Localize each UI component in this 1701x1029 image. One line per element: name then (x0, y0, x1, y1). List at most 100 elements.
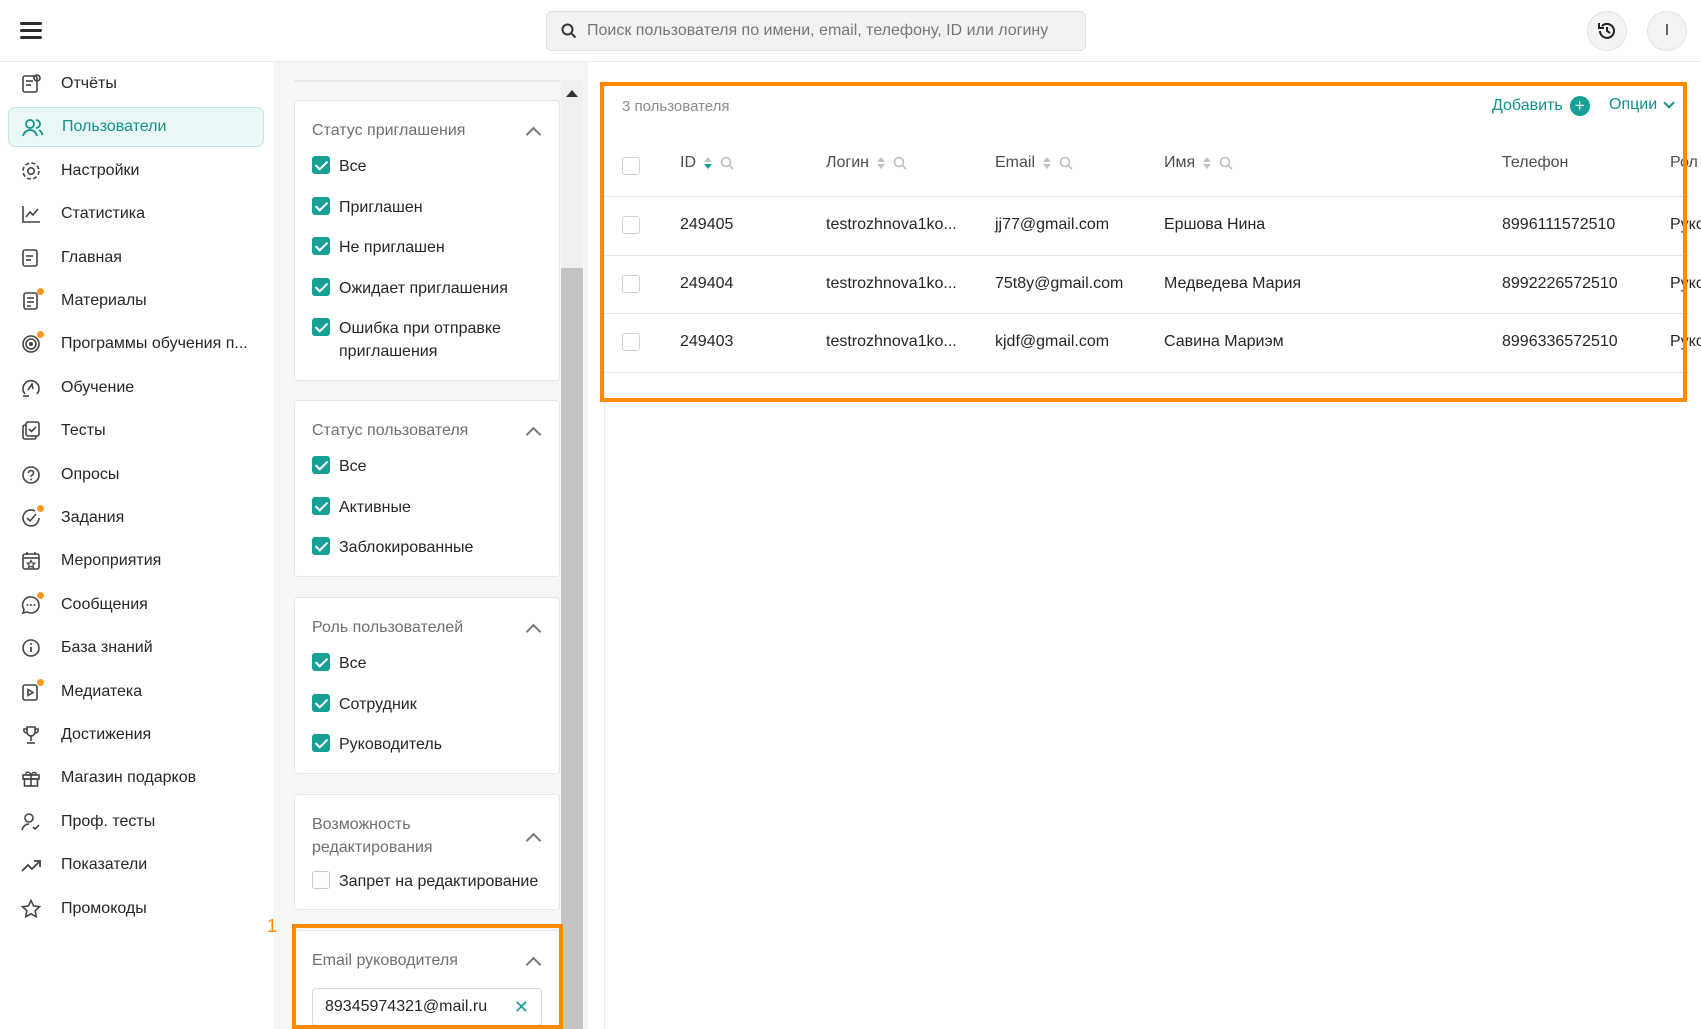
sidebar-item[interactable]: Главная (8, 238, 264, 278)
sort-icon[interactable] (1042, 156, 1052, 170)
filter-option[interactable]: Приглашен (312, 196, 549, 219)
notification-dot (37, 288, 44, 295)
cell-name: Ершова Нина (1164, 216, 1266, 233)
clear-icon[interactable]: ✕ (514, 997, 529, 1017)
column-search-icon[interactable] (1059, 156, 1073, 170)
column-search-icon[interactable] (720, 156, 734, 170)
collapse-chevron-icon[interactable] (525, 426, 542, 443)
collapse-chevron-icon[interactable] (525, 623, 542, 640)
user-search[interactable] (546, 11, 1086, 51)
checkbox[interactable] (312, 694, 330, 712)
filter-option[interactable]: Все (312, 652, 549, 675)
column-header-role[interactable]: Рол (1670, 154, 1698, 172)
collapse-chevron-icon[interactable] (525, 956, 542, 973)
sidebar-item[interactable]: Настройки (8, 151, 264, 191)
checkbox[interactable] (312, 871, 330, 889)
sidebar-item[interactable]: Отчёты (8, 64, 264, 104)
filter-option-label: Активные (339, 499, 411, 516)
filter-option[interactable]: Активные (312, 496, 549, 519)
filter-option[interactable]: Сотрудник (312, 693, 549, 716)
column-title: ID (680, 154, 696, 171)
sidebar-item[interactable]: Опросы (8, 455, 264, 495)
sidebar-item[interactable]: Материалы (8, 281, 264, 321)
filter-option[interactable]: Ошибка при отправке приглашения (312, 317, 549, 363)
sort-icon[interactable] (1202, 156, 1212, 170)
filter-user-role: Роль пользователей Все Сотрудник Руковод… (294, 597, 560, 774)
collapse-chevron-icon[interactable] (525, 832, 542, 849)
sidebar-item[interactable]: Достижения (8, 715, 264, 755)
checkbox[interactable] (312, 456, 330, 474)
column-header-login[interactable]: Логин (826, 154, 907, 172)
sidebar-item[interactable]: База знаний (8, 628, 264, 668)
filter-option[interactable]: Руководитель (312, 733, 549, 756)
sidebar-item[interactable]: Задания (8, 498, 264, 538)
column-search-icon[interactable] (893, 156, 907, 170)
sort-icon[interactable] (703, 156, 713, 170)
select-all-checkbox[interactable] (622, 157, 640, 175)
filter-option[interactable]: Запрет на редактирование (312, 870, 549, 893)
notification-dot (37, 678, 44, 686)
sidebar-item[interactable]: Программы обучения п... (8, 324, 264, 364)
avatar-letter: I (1664, 22, 1670, 39)
cell-id: 249405 (680, 216, 734, 233)
checkbox[interactable] (312, 278, 330, 296)
filter-option[interactable]: Все (312, 155, 549, 178)
filter-option[interactable]: Все (312, 455, 549, 478)
column-header-id[interactable]: ID (680, 154, 734, 172)
filter-option[interactable]: Ожидает приглашения (312, 277, 549, 300)
row-checkbox[interactable] (622, 216, 640, 234)
cell-id: 249403 (680, 333, 734, 350)
filter-editing: Возможность редактирования Запрет на ред… (294, 794, 560, 910)
sidebar-item-label: Тесты (61, 422, 106, 440)
column-header-name[interactable]: Имя (1164, 154, 1233, 172)
checkbox[interactable] (312, 537, 330, 555)
sidebar-item[interactable]: Обучение (8, 368, 264, 408)
column-header-email[interactable]: Email (995, 154, 1073, 172)
row-checkbox[interactable] (622, 275, 640, 293)
filter-option-label: Все (339, 655, 367, 672)
column-title: Логин (826, 154, 870, 171)
search-input[interactable] (587, 22, 1077, 40)
sidebar-item[interactable]: Медиатека (8, 672, 264, 712)
sidebar-item[interactable]: Пользователи (8, 107, 264, 148)
sidebar-item-label: Мероприятия (61, 552, 162, 570)
divider (294, 80, 560, 82)
sort-icon[interactable] (876, 156, 886, 170)
filter-option-label: Все (339, 158, 367, 175)
row-checkbox[interactable] (622, 333, 640, 351)
options-button[interactable]: Опции (1609, 96, 1675, 114)
checkbox[interactable] (312, 318, 330, 336)
manager-email-input[interactable] (325, 998, 505, 1016)
sidebar-item[interactable]: Мероприятия (8, 541, 264, 581)
hamburger-menu-icon[interactable] (20, 22, 42, 39)
collapse-chevron-icon[interactable] (525, 126, 542, 143)
checkbox[interactable] (312, 237, 330, 255)
column-search-icon[interactable] (1219, 156, 1233, 170)
filter-option[interactable]: Не приглашен (312, 236, 549, 259)
sidebar-item-label: Статистика (61, 205, 146, 223)
sidebar-item-label: Опросы (61, 465, 120, 483)
history-icon (1598, 22, 1615, 39)
manager-email-field[interactable]: ✕ (312, 988, 542, 1026)
sidebar-item[interactable]: Магазин подарков (8, 758, 264, 798)
sidebar-item[interactable]: Проф. тесты (8, 802, 264, 842)
filter-title: Возможность редактирования (312, 816, 433, 856)
sidebar-item[interactable]: Тесты (8, 411, 264, 451)
scroll-up-arrow-icon[interactable] (566, 90, 578, 97)
sidebar-item[interactable]: Показатели (8, 845, 264, 885)
avatar[interactable]: I (1647, 11, 1687, 51)
sidebar-item[interactable]: Промокоды (8, 889, 264, 929)
filter-scrollbar-thumb[interactable] (561, 268, 583, 1029)
checkbox[interactable] (312, 197, 330, 215)
sidebar-item-label: Показатели (61, 856, 148, 874)
checkbox[interactable] (312, 653, 330, 671)
column-header-phone[interactable]: Телефон (1502, 154, 1568, 172)
checkbox[interactable] (312, 497, 330, 515)
history-button[interactable] (1587, 11, 1627, 51)
sidebar-item[interactable]: Статистика (8, 194, 264, 234)
checkbox[interactable] (312, 156, 330, 174)
checkbox[interactable] (312, 734, 330, 752)
add-user-button[interactable]: Добавить + (1492, 96, 1590, 116)
sidebar-item[interactable]: Сообщения (8, 585, 264, 625)
filter-option[interactable]: Заблокированные (312, 536, 549, 559)
